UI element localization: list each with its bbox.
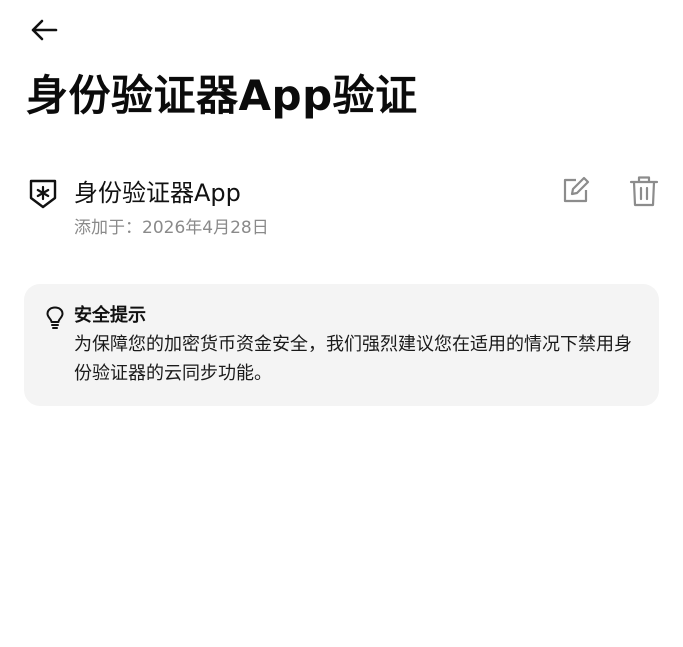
authenticator-method-row: 身份验证器App 添加于：2026年4月28日 [24,170,664,246]
shield-asterisk-icon [29,179,57,209]
date-label: 添加于： [74,218,142,238]
security-notice-card: 安全提示 为保障您的加密货币资金安全，我们强烈建议您在适用的情况下禁用身份验证器… [24,284,659,406]
notice-body: 为保障您的加密货币资金安全，我们强烈建议您在适用的情况下禁用身份验证器的云同步功… [74,334,632,384]
edit-icon [563,176,590,203]
delete-button[interactable] [628,174,660,208]
method-name: 身份验证器App [74,179,241,207]
back-button[interactable] [24,12,64,48]
date-value: 2026年4月28日 [142,218,269,238]
edit-button[interactable] [560,174,592,206]
method-added-date: 添加于：2026年4月28日 [74,216,269,240]
trash-icon [629,176,659,207]
arrow-left-icon [31,19,58,41]
notice-title: 安全提示 [74,305,146,326]
lightbulb-icon [46,306,64,329]
page-title: 身份验证器App验证 [26,71,418,120]
